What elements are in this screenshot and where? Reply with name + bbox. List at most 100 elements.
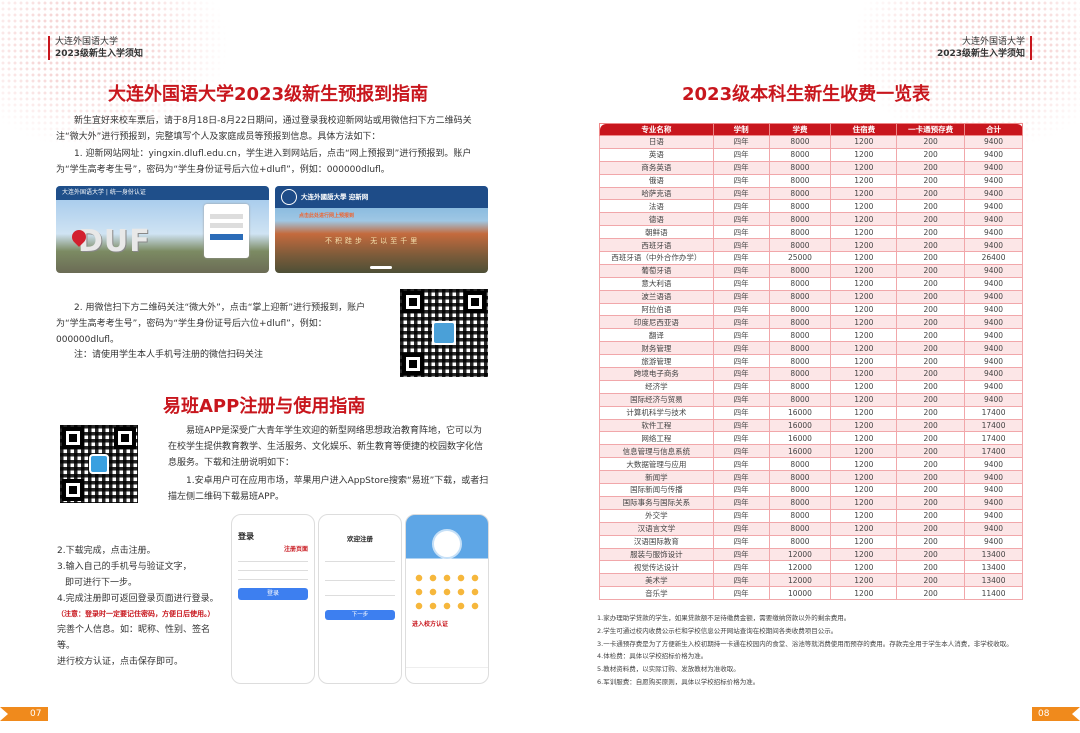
cell-total: 13400 <box>964 547 1023 562</box>
cell-duration: 四年 <box>712 238 770 253</box>
cell-dorm: 1200 <box>830 405 898 420</box>
cell-total: 9400 <box>964 470 1023 485</box>
cell-major: 西班牙语 <box>599 238 714 253</box>
cell-tuition: 8000 <box>768 315 832 330</box>
cell-duration: 四年 <box>712 251 770 265</box>
yiban-step: 完善个人信息。如：昵称、性别、签名等。 <box>57 625 211 651</box>
register-page-label: 注册页面 <box>283 546 308 553</box>
qr-finder <box>402 291 424 313</box>
left-page: 大连外国语大学 2023级新生入学须知 大连外国语大学2023级新生预报到指南 … <box>0 0 540 733</box>
cell-dorm: 1200 <box>830 289 898 304</box>
cell-duration: 四年 <box>712 147 770 162</box>
cell-major: 波兰语语 <box>599 289 714 304</box>
table-row: 外交学 四年 8000 1200 200 9400 <box>599 508 1023 523</box>
next-step-button[interactable]: 下一步 <box>325 610 395 620</box>
cell-duration: 四年 <box>712 431 770 446</box>
cell-duration: 四年 <box>712 508 770 523</box>
cell-card: 200 <box>896 560 966 575</box>
table-row: 经济学 四年 8000 1200 200 9400 <box>599 379 1023 394</box>
cell-dorm: 1200 <box>830 483 898 497</box>
cell-total: 17400 <box>964 444 1023 459</box>
table-row: 德语 四年 8000 1200 200 9400 <box>599 212 1023 227</box>
header-subtitle: 2023级新生入学须知 <box>55 49 144 59</box>
cell-total: 9400 <box>964 315 1023 330</box>
cell-dorm: 1200 <box>830 444 898 459</box>
cell-total: 9400 <box>964 135 1023 149</box>
cell-duration: 四年 <box>712 495 770 510</box>
cell-dorm: 1200 <box>830 521 898 536</box>
cell-major: 旅游管理 <box>599 354 714 369</box>
carousel-dots[interactable] <box>370 266 392 269</box>
login-heading: 登录 <box>238 532 254 541</box>
table-row: 波兰语语 四年 8000 1200 200 9400 <box>599 289 1023 304</box>
cell-major: 阿拉伯语 <box>599 302 714 317</box>
cell-total: 17400 <box>964 405 1023 420</box>
campus-photo-sign: 大连外国语大学 | 统一身份认证 DUF <box>56 186 269 273</box>
cell-total: 9400 <box>964 302 1023 317</box>
cell-duration: 四年 <box>712 573 770 588</box>
cell-card: 200 <box>896 586 966 601</box>
cell-tuition: 8000 <box>768 534 832 549</box>
cell-duration: 四年 <box>712 315 770 330</box>
cell-tuition: 8000 <box>768 508 832 523</box>
school-auth-label: 进入校方认证 <box>412 621 449 628</box>
yiban-step: 3.输入自己的手机号与验证文字， <box>57 562 192 572</box>
table-row: 印度尼西亚语 四年 8000 1200 200 9400 <box>599 315 1023 330</box>
cell-duration: 四年 <box>712 225 770 240</box>
fee-table: 专业名称 学制 学费 住宿费 一卡通预存费 合计 日语 四年 8000 1200 200… <box>599 123 1023 601</box>
table-row: 日语 四年 8000 1200 200 9400 <box>599 135 1023 149</box>
table-row: 阿拉伯语 四年 8000 1200 200 9400 <box>599 302 1023 317</box>
cell-tuition: 8000 <box>768 341 832 356</box>
cell-major: 汉语言文学 <box>599 521 714 536</box>
cell-card: 200 <box>896 315 966 330</box>
running-header: 大连外国语大学 2023级新生入学须知 <box>48 36 143 60</box>
cell-tuition: 8000 <box>768 354 832 369</box>
cell-major: 国际事务与国际关系 <box>599 495 714 510</box>
duf-sign: DUF <box>78 224 151 259</box>
table-row: 服装与服饰设计 四年 12000 1200 200 13400 <box>599 547 1023 562</box>
intro-paragraph: 新生宜好来校车票后，请于8月18日-8月22日期间，通过登录我校迎新网站或用微信… <box>56 116 472 142</box>
rock-inscription: 不积跬步 无以至千里 <box>325 237 421 245</box>
cell-duration: 四年 <box>712 186 770 201</box>
cell-dorm: 1200 <box>830 431 898 446</box>
cell-total: 9400 <box>964 457 1023 472</box>
cell-duration: 四年 <box>712 135 770 149</box>
cell-total: 9400 <box>964 199 1023 214</box>
qr-logo-icon <box>89 454 109 474</box>
fee-table-header: 专业名称 学制 学费 住宿费 一卡通预存费 合计 <box>599 123 1023 136</box>
cell-total: 26400 <box>964 251 1023 265</box>
note-item: 3.一卡通预存费是为了方便新生入校初期持一卡通在校园内的食堂、浴池等就消费使用而… <box>597 639 1013 648</box>
cell-dorm: 1200 <box>830 392 898 407</box>
cell-tuition: 12000 <box>768 573 832 588</box>
wechat-qr-code <box>400 289 488 377</box>
bottom-tab-bar[interactable] <box>406 667 488 677</box>
cell-major: 哈萨克语 <box>599 186 714 201</box>
cell-total: 9400 <box>964 534 1023 549</box>
cell-duration: 四年 <box>712 302 770 317</box>
login-button[interactable]: 登录 <box>238 588 308 600</box>
table-row: 音乐学 四年 10000 1200 200 11400 <box>599 586 1023 601</box>
cell-card: 200 <box>896 199 966 214</box>
note-item: 1.家办理助学贷款的学生，如果贷款额不足待缴费金额，需要缴纳贷款以外的剩余费用。 <box>597 614 851 622</box>
cell-major: 音乐学 <box>599 586 714 601</box>
cell-duration: 四年 <box>712 263 770 278</box>
col-header-dorm: 住宿费 <box>830 123 898 136</box>
cell-dorm: 1200 <box>830 225 898 240</box>
cell-major: 葡萄牙语 <box>599 263 714 278</box>
cell-major: 德语 <box>599 212 714 227</box>
cell-total: 17400 <box>964 431 1023 446</box>
cell-tuition: 12000 <box>768 547 832 562</box>
cell-major: 经济学 <box>599 379 714 394</box>
cell-dorm: 1200 <box>830 315 898 330</box>
cell-duration: 四年 <box>712 534 770 549</box>
cell-card: 200 <box>896 521 966 536</box>
cell-major: 网络工程 <box>599 431 714 446</box>
cell-duration: 四年 <box>712 547 770 562</box>
yiban-qr-code <box>60 425 138 503</box>
col-header-card: 一卡通预存费 <box>896 123 966 136</box>
cell-dorm: 1200 <box>830 147 898 162</box>
cell-tuition: 16000 <box>768 418 832 433</box>
pre-registration-hint: 点击此处进行网上预报到 <box>299 213 355 219</box>
qr-finder <box>402 353 424 375</box>
cell-total: 9400 <box>964 354 1023 369</box>
